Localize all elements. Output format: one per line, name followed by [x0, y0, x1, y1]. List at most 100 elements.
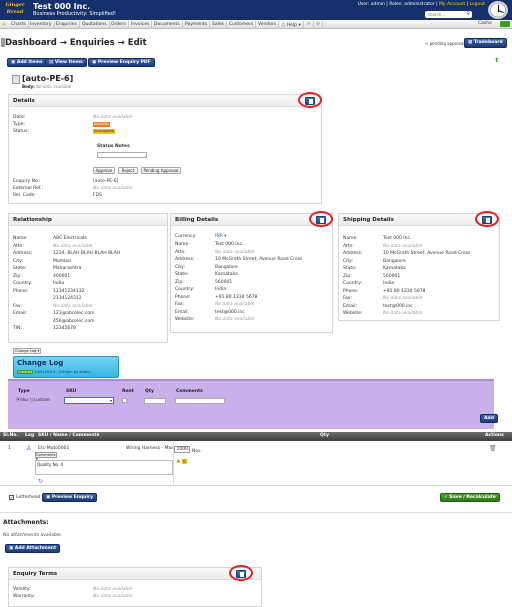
nav-charts[interactable]: Charts — [11, 21, 29, 28]
approve-button[interactable]: Approve — [93, 167, 115, 174]
custom-option[interactable]: custom — [34, 398, 51, 403]
external-ref-label: External Ref.: — [13, 186, 43, 191]
col-log: Log — [25, 433, 35, 438]
details-panel: Details Date: No data available Type: po… — [8, 92, 322, 204]
company-logo[interactable]: Ginger Bread — [2, 2, 28, 17]
company-title: Test 000 Inc. — [33, 2, 91, 11]
nav-customers[interactable]: Customers — [229, 21, 257, 28]
field-label: Address: — [175, 257, 195, 262]
stock-icon[interactable]: ♣ — [176, 459, 180, 465]
field-value: India — [383, 281, 395, 286]
field-value: No data available — [53, 243, 93, 249]
main-nav: ⌂ Charts Inventory Enquiries Quotations … — [0, 20, 512, 29]
billing-heading: Billing Details — [171, 214, 332, 226]
view-items-label: View Items — [54, 60, 83, 65]
save-recalculate-button[interactable]: ✓ Save / Recalculate — [440, 493, 500, 502]
field-value: 10 McGrath Street, Avenue Road Cross — [215, 257, 303, 262]
change-log-box: Change Log Created 14/01/2013 - 2:09pm b… — [13, 356, 119, 378]
field-value: test@000.inc — [215, 309, 245, 315]
nav-help[interactable]: ◻ Help ▾ — [282, 21, 304, 28]
preview-pdf-button[interactable]: ▣ Preview Enquiry PDF — [88, 58, 155, 67]
warranty-label: Warranty: — [13, 594, 35, 599]
add-attachment-button[interactable]: ▣ Add Attachment — [5, 544, 61, 553]
status-notes-input[interactable] — [97, 152, 147, 158]
col-slno: Sl.No. — [3, 433, 19, 438]
nav-enquiries[interactable]: Enquiries — [56, 21, 80, 28]
nav-documents[interactable]: Documents — [154, 21, 183, 28]
field-label: Attn: — [13, 243, 24, 249]
company-subtitle: Business Productivity: Simplified! — [33, 11, 116, 17]
field-value: Bangalore — [383, 258, 406, 264]
nav-quotations[interactable]: Quotations — [82, 21, 110, 28]
add-items-button[interactable]: ▣ Add Items — [7, 58, 47, 67]
change-log-toggle[interactable]: Change Log ▾ — [13, 348, 42, 354]
add-item-button[interactable]: Add — [480, 414, 498, 423]
log-user-icon[interactable]: ♙ — [26, 445, 31, 452]
nav-inventory[interactable]: Inventory — [30, 21, 55, 28]
nav-settings-icon[interactable]: ⚙ — [316, 21, 324, 28]
nav-vendors[interactable]: Vendors — [258, 21, 280, 28]
search-icon[interactable]: ⚲ — [466, 11, 470, 17]
preview-icon: ▣ — [46, 495, 51, 500]
nav-refresh-icon[interactable]: ⟳ — [307, 21, 314, 28]
field-label: City: — [343, 258, 354, 264]
change-log-entry-text: 14/01/2013 - 2:09pm by admin — [34, 370, 91, 374]
tradeboard-button[interactable]: ▦ Tradeboard — [464, 38, 507, 48]
document-icon — [12, 75, 20, 84]
sku-col-label: SKU — [66, 389, 77, 394]
field-value: No data available — [383, 296, 423, 301]
enquiry-no-label: Enquiry No.: — [13, 179, 41, 184]
sku-select[interactable]: ▾ — [64, 397, 114, 404]
field-label: Zip: — [13, 273, 22, 279]
currency-select[interactable]: INR ▾ — [215, 234, 227, 239]
terms-edit-highlight — [229, 565, 253, 581]
field-label: Zip: — [343, 273, 352, 279]
delete-icon[interactable]: 🗑 — [489, 445, 497, 452]
terms-heading: Enquiry Terms — [9, 568, 261, 580]
arrow-up-icon[interactable]: ⬆ — [494, 58, 500, 64]
type-radio-group[interactable]: ⦿sku ○custom — [16, 397, 50, 403]
row-notes-textarea[interactable]: Quality No. 4 — [35, 460, 173, 475]
pending-approval-button[interactable]: Pending Approval — [141, 167, 181, 174]
rent-checkbox[interactable] — [122, 398, 127, 403]
field-value: 560001 — [215, 279, 233, 285]
nav-sales[interactable]: Sales — [212, 21, 227, 28]
field-label: Fax: — [343, 296, 353, 301]
preview-enquiry-button[interactable]: ▣ Preview Enquiry — [42, 493, 98, 502]
sku-option[interactable]: sku — [21, 398, 29, 403]
page-title: Dashboard → Enquiries → Edit — [5, 38, 147, 48]
logout-link[interactable]: Logout — [470, 2, 485, 7]
view-items-button[interactable]: ▤ View Items — [45, 58, 87, 67]
refresh-icon[interactable]: ↻ — [38, 478, 43, 485]
cashe-badge[interactable] — [500, 21, 510, 27]
attachments-empty: No attachments available. — [3, 533, 63, 538]
items-table-header: Sl.No. Log SKU / Name / Comments Qty Act… — [0, 432, 512, 441]
row-name: Wiring Harness - Main — [126, 446, 176, 451]
date-value: No data available — [93, 115, 132, 120]
letterhead-checkbox[interactable]: ✓ — [9, 495, 14, 500]
qty-input[interactable] — [144, 398, 166, 404]
reject-button[interactable]: Reject — [118, 167, 138, 174]
field-value: Maharashtra — [53, 266, 82, 271]
field-value: 12345678 — [53, 326, 76, 331]
preview-pdf-label: Preview Enquiry PDF — [97, 60, 151, 65]
home-icon[interactable]: ⌂ — [2, 21, 9, 27]
my-account-link[interactable]: My Account — [439, 2, 465, 7]
list-icon: ▤ — [49, 60, 54, 65]
search-input[interactable]: search... ⚲ — [425, 11, 472, 18]
field-value: India — [53, 281, 65, 286]
save-label: Save / Recalculate — [449, 495, 496, 500]
comments-input[interactable] — [175, 398, 225, 404]
validity-empty: No data available — [93, 587, 133, 592]
row-qty-input[interactable]: 1000 — [174, 446, 190, 453]
created-badge: Created — [17, 370, 34, 374]
nav-invoices[interactable]: Invoices — [131, 21, 153, 28]
nav-payments[interactable]: Payments — [185, 21, 211, 28]
row-comments-select[interactable]: Comments ▾ — [35, 452, 57, 461]
help-icon: ◻ — [282, 22, 286, 27]
type-value: portfolio — [93, 122, 111, 127]
pending-approvals-link[interactable]: < pending approvals — [425, 41, 467, 46]
nav-orders[interactable]: Orders — [111, 21, 130, 28]
field-value: Test 000 Inc. — [215, 242, 244, 247]
field-value: 456@abcelec.com — [53, 318, 95, 324]
